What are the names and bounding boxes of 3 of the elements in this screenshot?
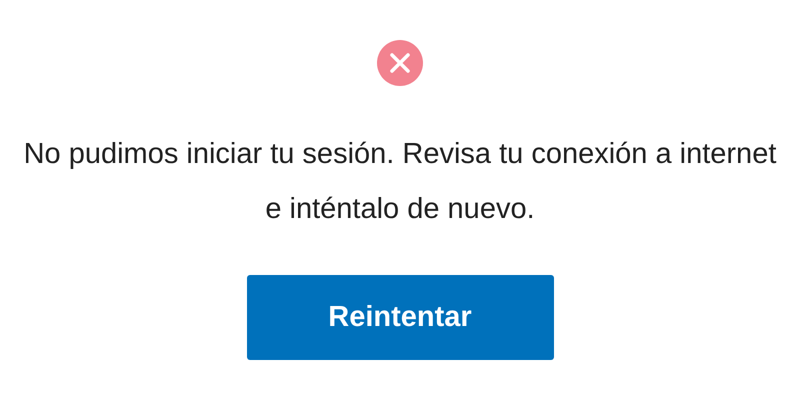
error-message: No pudimos iniciar tu sesión. Revisa tu conexión a internet e inténtalo de nuevo. (22, 137, 778, 227)
error-icon (376, 39, 424, 87)
retry-button[interactable]: Reintentar (246, 275, 554, 360)
